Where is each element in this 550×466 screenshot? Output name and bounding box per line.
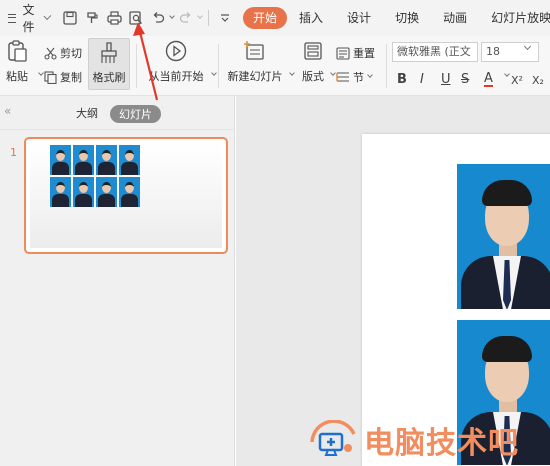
- id-photo[interactable]: [457, 164, 550, 309]
- font-color-button[interactable]: A: [484, 72, 493, 87]
- cut-button[interactable]: 剪切: [44, 45, 82, 61]
- tab-design[interactable]: 设计: [335, 7, 383, 29]
- thumbnail-photo: [73, 177, 94, 207]
- ribbon-tabs: 开始 插入 设计 切换 动画 幻灯片放映: [243, 7, 550, 29]
- watermark-logo: [310, 420, 356, 456]
- thumbnail-photo: [96, 145, 117, 175]
- copy-button[interactable]: 复制: [44, 69, 82, 85]
- format-painter-small-icon[interactable]: [82, 8, 102, 28]
- layout-dropdown-icon[interactable]: [330, 70, 336, 76]
- save-icon[interactable]: [60, 8, 80, 28]
- layout-label: 版式: [302, 70, 324, 83]
- format-painter-label: 格式刷: [92, 71, 126, 84]
- play-dropdown-icon[interactable]: [211, 70, 217, 76]
- collapse-panel-icon[interactable]: «: [4, 104, 11, 118]
- subscript-button[interactable]: X₂: [532, 74, 544, 87]
- slide-page[interactable]: [362, 134, 550, 466]
- section-label: 节: [353, 71, 364, 84]
- font-name-select[interactable]: 微软雅黑 (正文: [392, 42, 478, 62]
- slide-number: 1: [10, 146, 17, 159]
- customize-toolbar-icon[interactable]: [215, 8, 235, 28]
- reset-button[interactable]: 重置: [336, 45, 375, 61]
- layout-button[interactable]: 版式: [298, 40, 328, 84]
- brush-icon: [101, 42, 117, 63]
- cut-label: 剪切: [60, 47, 82, 60]
- tab-slides[interactable]: 幻灯片: [110, 105, 161, 123]
- print-icon[interactable]: [104, 8, 124, 28]
- new-slide-label: 新建幻灯片: [227, 70, 283, 83]
- superscript-button[interactable]: X²: [511, 74, 523, 87]
- file-menu[interactable]: 文件: [0, 0, 52, 36]
- panel-tabs: « 大纲 幻灯片: [0, 96, 235, 130]
- paste-label: 粘贴: [6, 70, 28, 83]
- font-size-value: 18: [486, 45, 500, 58]
- print-preview-icon[interactable]: [126, 8, 146, 28]
- section-dropdown-icon: [367, 72, 373, 78]
- copy-icon: [44, 70, 57, 84]
- section-button[interactable]: 节: [336, 69, 373, 85]
- menu-bar: 文件 开始 插入 设计 切换 动画 幻灯片放映: [0, 0, 550, 36]
- tab-slideshow[interactable]: 幻灯片放映: [479, 7, 550, 29]
- play-from-current-button[interactable]: 从当前开始: [144, 40, 208, 84]
- strikethrough-button[interactable]: S: [461, 72, 469, 87]
- thumbnail-photo: [96, 177, 117, 207]
- slide-thumbnail[interactable]: [24, 137, 228, 254]
- section-icon: [336, 71, 349, 82]
- ribbon-separator: [136, 44, 137, 88]
- new-slide-icon: [244, 41, 264, 60]
- quick-access-toolbar: [60, 8, 235, 28]
- paste-dropdown-icon[interactable]: [38, 70, 44, 76]
- tab-home[interactable]: 开始: [243, 7, 288, 29]
- chevron-down-icon: [44, 12, 52, 20]
- thumbnail-photo: [50, 177, 71, 207]
- font-size-dropdown-icon: [523, 42, 532, 51]
- format-painter-button[interactable]: 格式刷: [88, 38, 130, 90]
- thumbnail-photo: [73, 145, 94, 175]
- undo-icon[interactable]: [148, 8, 168, 28]
- new-slide-button[interactable]: 新建幻灯片: [224, 40, 286, 84]
- hamburger-icon: [8, 13, 17, 23]
- reset-icon: [336, 46, 350, 60]
- thumbnail-photo: [119, 177, 140, 207]
- watermark: 电脑技术吧: [308, 418, 519, 462]
- underline-button[interactable]: U: [441, 72, 451, 87]
- bold-button[interactable]: B: [397, 72, 407, 87]
- slide-editor[interactable]: [236, 96, 550, 466]
- thumbnail-photo: [50, 145, 71, 175]
- redo-icon[interactable]: [176, 8, 196, 28]
- font-name-value: 微软雅黑 (正文: [397, 45, 471, 58]
- redo-dropdown-icon[interactable]: [197, 13, 203, 19]
- font-size-select[interactable]: 18: [481, 42, 539, 62]
- tab-transitions[interactable]: 切换: [383, 7, 431, 29]
- paste-icon: [8, 40, 27, 62]
- paste-button[interactable]: 粘贴: [6, 40, 28, 84]
- reset-label: 重置: [353, 47, 375, 60]
- copy-label: 复制: [60, 71, 82, 84]
- play-icon: [165, 40, 187, 62]
- file-menu-label: 文件: [22, 3, 35, 34]
- thumbnail-content: [30, 143, 222, 248]
- new-slide-dropdown-icon[interactable]: [289, 70, 295, 76]
- thumbnail-photo: [119, 145, 140, 175]
- undo-dropdown-icon[interactable]: [169, 13, 175, 19]
- play-from-current-label: 从当前开始: [148, 70, 204, 83]
- font-color-dropdown-icon[interactable]: [504, 71, 510, 77]
- watermark-text: 电脑技术吧: [364, 426, 519, 461]
- toolbar-separator: [208, 10, 210, 26]
- italic-button[interactable]: I: [420, 72, 424, 87]
- tab-outline[interactable]: 大纲: [76, 105, 98, 121]
- ribbon-separator: [218, 44, 219, 88]
- slide-panel: « 大纲 幻灯片 1: [0, 96, 235, 466]
- tab-insert[interactable]: 插入: [287, 7, 335, 29]
- scissors-icon: [44, 47, 57, 60]
- tab-animation[interactable]: 动画: [431, 7, 479, 29]
- layout-icon: [304, 42, 322, 60]
- ribbon-home: 粘贴 剪切 复制 格式刷 从当前开始 新建幻灯片 版式 重置 节 微软雅黑 (正…: [0, 36, 550, 96]
- ribbon-separator: [386, 44, 387, 88]
